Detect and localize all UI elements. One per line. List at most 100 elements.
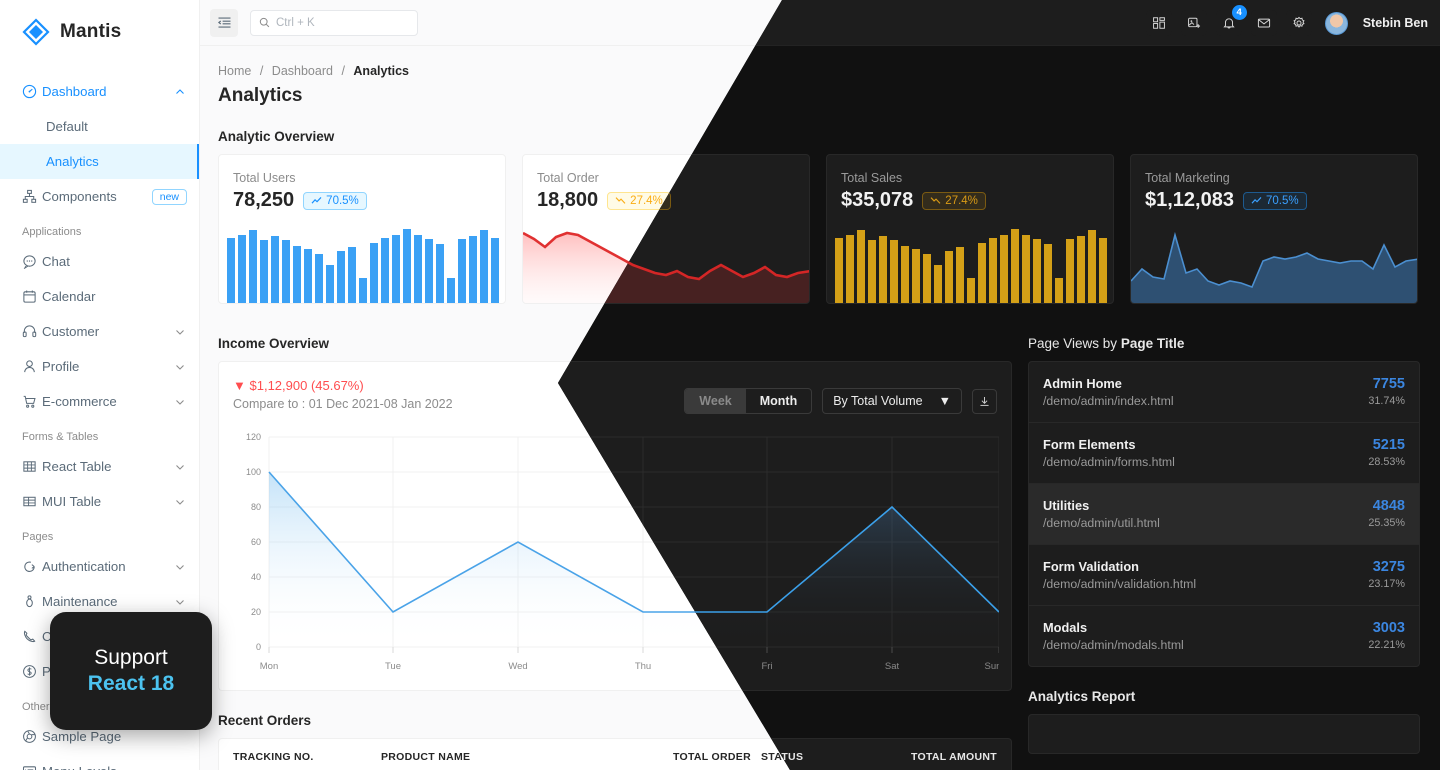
gear-icon[interactable] bbox=[1285, 10, 1312, 36]
page-views-item-count: 7755 bbox=[1372, 376, 1405, 392]
support-card[interactable]: Support React 18 bbox=[50, 612, 212, 730]
svg-text:Tue: Tue bbox=[385, 661, 401, 672]
status-badge: 27.4% bbox=[922, 191, 986, 210]
chat-icon bbox=[22, 254, 42, 269]
column-product-name[interactable]: PRODUCT NAME bbox=[381, 751, 673, 763]
svg-text:100: 100 bbox=[246, 467, 261, 477]
stat-card-total-marketing[interactable]: Total Marketing $1,12,083 70.5% bbox=[1130, 154, 1418, 304]
image-add-icon[interactable] bbox=[1180, 10, 1207, 36]
sidebar-item-ecommerce[interactable]: E-commerce bbox=[0, 384, 199, 419]
sidebar-item-label: Calendar bbox=[42, 289, 96, 304]
sidebar-item-label: E-commerce bbox=[42, 394, 117, 409]
dashboard-icon bbox=[22, 84, 42, 99]
sidebar-item-chat[interactable]: Chat bbox=[0, 244, 199, 279]
analytics-report-title: Analytics Report bbox=[1028, 689, 1136, 704]
sidebar-item-calendar[interactable]: Calendar bbox=[0, 279, 199, 314]
svg-text:Sun: Sun bbox=[985, 661, 999, 672]
list-item[interactable]: Admin Home/demo/admin/index.html 7755 31.… bbox=[1029, 362, 1419, 423]
column-status[interactable]: STATUS bbox=[761, 751, 841, 763]
phone-icon bbox=[22, 629, 42, 644]
sidebar-item-label: Sample Page bbox=[42, 729, 122, 744]
svg-text:40: 40 bbox=[251, 572, 261, 582]
mail-icon[interactable] bbox=[1250, 10, 1277, 36]
avatar[interactable] bbox=[1324, 11, 1348, 35]
sidebar-subitem-label: Analytics bbox=[46, 154, 99, 169]
sidebar-item-authentication[interactable]: Authentication bbox=[0, 549, 199, 584]
breadcrumb-current: Analytics bbox=[353, 64, 409, 78]
table-icon bbox=[22, 494, 42, 509]
page-views-item-pct: 25.35% bbox=[1368, 517, 1405, 529]
breadcrumb-home[interactable]: Home bbox=[218, 64, 251, 78]
stat-card-total-order[interactable]: Total Order 18,800 27.4% bbox=[522, 154, 810, 304]
list-item[interactable]: Form Validation/demo/admin/validation.ht… bbox=[1029, 545, 1419, 606]
volume-dropdown[interactable]: By Total Volume ▼ bbox=[822, 388, 962, 414]
income-overview-panel: ▼ $1,12,900 (45.67%) Compare to : 01 Dec… bbox=[218, 361, 1012, 691]
sidebar-item-profile[interactable]: Profile bbox=[0, 349, 199, 384]
sidebar-item-menu-levels[interactable]: Menu Levels bbox=[0, 754, 199, 770]
headset-icon bbox=[22, 324, 42, 339]
page-views-item-pct: 23.17% bbox=[1368, 578, 1405, 590]
column-tracking-no[interactable]: TRACKING NO. bbox=[233, 751, 381, 763]
chevron-down-icon bbox=[175, 397, 185, 407]
status-badge: 70.5% bbox=[303, 191, 367, 210]
sidebar-item-components[interactable]: Components new bbox=[0, 179, 199, 214]
breadcrumb: Home / Dashboard / Analytics bbox=[218, 64, 1420, 78]
income-section: Income Overview ▼ $1,12,900 (45.67%) Com… bbox=[218, 314, 1012, 770]
page-views-item-title: Modals bbox=[1043, 620, 1088, 635]
stat-card-value: 78,250 bbox=[233, 189, 295, 211]
brand[interactable]: Mantis bbox=[0, 0, 199, 64]
user-icon bbox=[22, 359, 42, 374]
svg-text:Thu: Thu bbox=[635, 661, 651, 672]
list-item[interactable]: Form Elements/demo/admin/forms.html 5215… bbox=[1029, 423, 1419, 484]
list-item[interactable]: Modals/demo/admin/modals.html 3003 22.21% bbox=[1029, 606, 1419, 666]
menu-fold-icon[interactable] bbox=[210, 8, 238, 37]
page-views-item-count: 5215 bbox=[1372, 437, 1405, 453]
stat-card-total-sales[interactable]: Total Sales $35,078 27.4% bbox=[826, 154, 1114, 304]
apps-grid-icon[interactable] bbox=[1145, 10, 1172, 36]
period-toggle: Week Month bbox=[684, 388, 813, 414]
chevron-down-icon bbox=[175, 362, 185, 372]
page-title: Analytics bbox=[218, 85, 303, 106]
sidebar-group-applications: Applications bbox=[22, 226, 82, 238]
period-week-button[interactable]: Week bbox=[685, 389, 746, 413]
sidebar-item-default[interactable]: Default bbox=[0, 109, 199, 144]
dollar-icon bbox=[22, 664, 42, 679]
page-views-title-bold: Page Title bbox=[1120, 336, 1185, 351]
sidebar-item-analytics[interactable]: Analytics bbox=[0, 144, 199, 179]
period-month-button[interactable]: Month bbox=[746, 389, 811, 413]
list-item[interactable]: Utilities/demo/admin/util.html 4848 25.35… bbox=[1029, 484, 1419, 545]
svg-text:0: 0 bbox=[256, 642, 261, 652]
stat-cards-row: Total Users 78,250 70.5% Total Order 18,… bbox=[218, 154, 1420, 304]
download-icon[interactable] bbox=[972, 388, 997, 414]
recent-orders-table: TRACKING NO. PRODUCT NAME TOTAL ORDER ST… bbox=[218, 738, 1012, 770]
sidebar-item-mui-table[interactable]: MUI Table bbox=[0, 484, 199, 519]
stat-card-delta: 27.4% bbox=[945, 194, 978, 207]
analytics-report-card bbox=[1028, 714, 1420, 754]
svg-text:20: 20 bbox=[251, 607, 261, 617]
status-badge: 70.5% bbox=[1242, 191, 1307, 210]
brand-name: Mantis bbox=[60, 21, 122, 42]
sidebar-item-customer[interactable]: Customer bbox=[0, 314, 199, 349]
column-total-order[interactable]: TOTAL ORDER bbox=[673, 751, 761, 763]
page-views-item-title: Utilities bbox=[1043, 498, 1090, 513]
page-views-item-count: 3275 bbox=[1372, 559, 1405, 575]
sidebar-item-react-table[interactable]: React Table bbox=[0, 449, 199, 484]
table-header-row: TRACKING NO. PRODUCT NAME TOTAL ORDER ST… bbox=[219, 739, 1011, 770]
stat-card-total-users[interactable]: Total Users 78,250 70.5% bbox=[218, 154, 506, 304]
column-total-amount[interactable]: TOTAL AMOUNT bbox=[841, 751, 997, 763]
breadcrumb-dashboard[interactable]: Dashboard bbox=[272, 64, 333, 78]
income-overview-title: Income Overview bbox=[218, 336, 330, 351]
sidebar-item-label: Components bbox=[42, 189, 117, 204]
search-input[interactable]: Ctrl + K bbox=[250, 9, 418, 36]
bell-icon[interactable]: 4 bbox=[1215, 5, 1247, 36]
svg-text:60: 60 bbox=[251, 537, 261, 547]
page-views-list: Admin Home/demo/admin/index.html 7755 31.… bbox=[1028, 361, 1420, 667]
page-views-item-url: /demo/admin/forms.html bbox=[1043, 455, 1175, 469]
breadcrumb-separator: / bbox=[341, 64, 345, 78]
menu-levels-icon bbox=[22, 764, 42, 770]
income-line-chart: 120100 8060 4020 0 Mon Tue Wed Thu Fri S… bbox=[246, 432, 999, 672]
sidebar-item-label: Menu Levels bbox=[42, 764, 175, 770]
badge-new: new bbox=[151, 188, 187, 205]
sidebar-item-dashboard[interactable]: Dashboard bbox=[0, 74, 199, 109]
trend-down-icon bbox=[615, 196, 626, 205]
